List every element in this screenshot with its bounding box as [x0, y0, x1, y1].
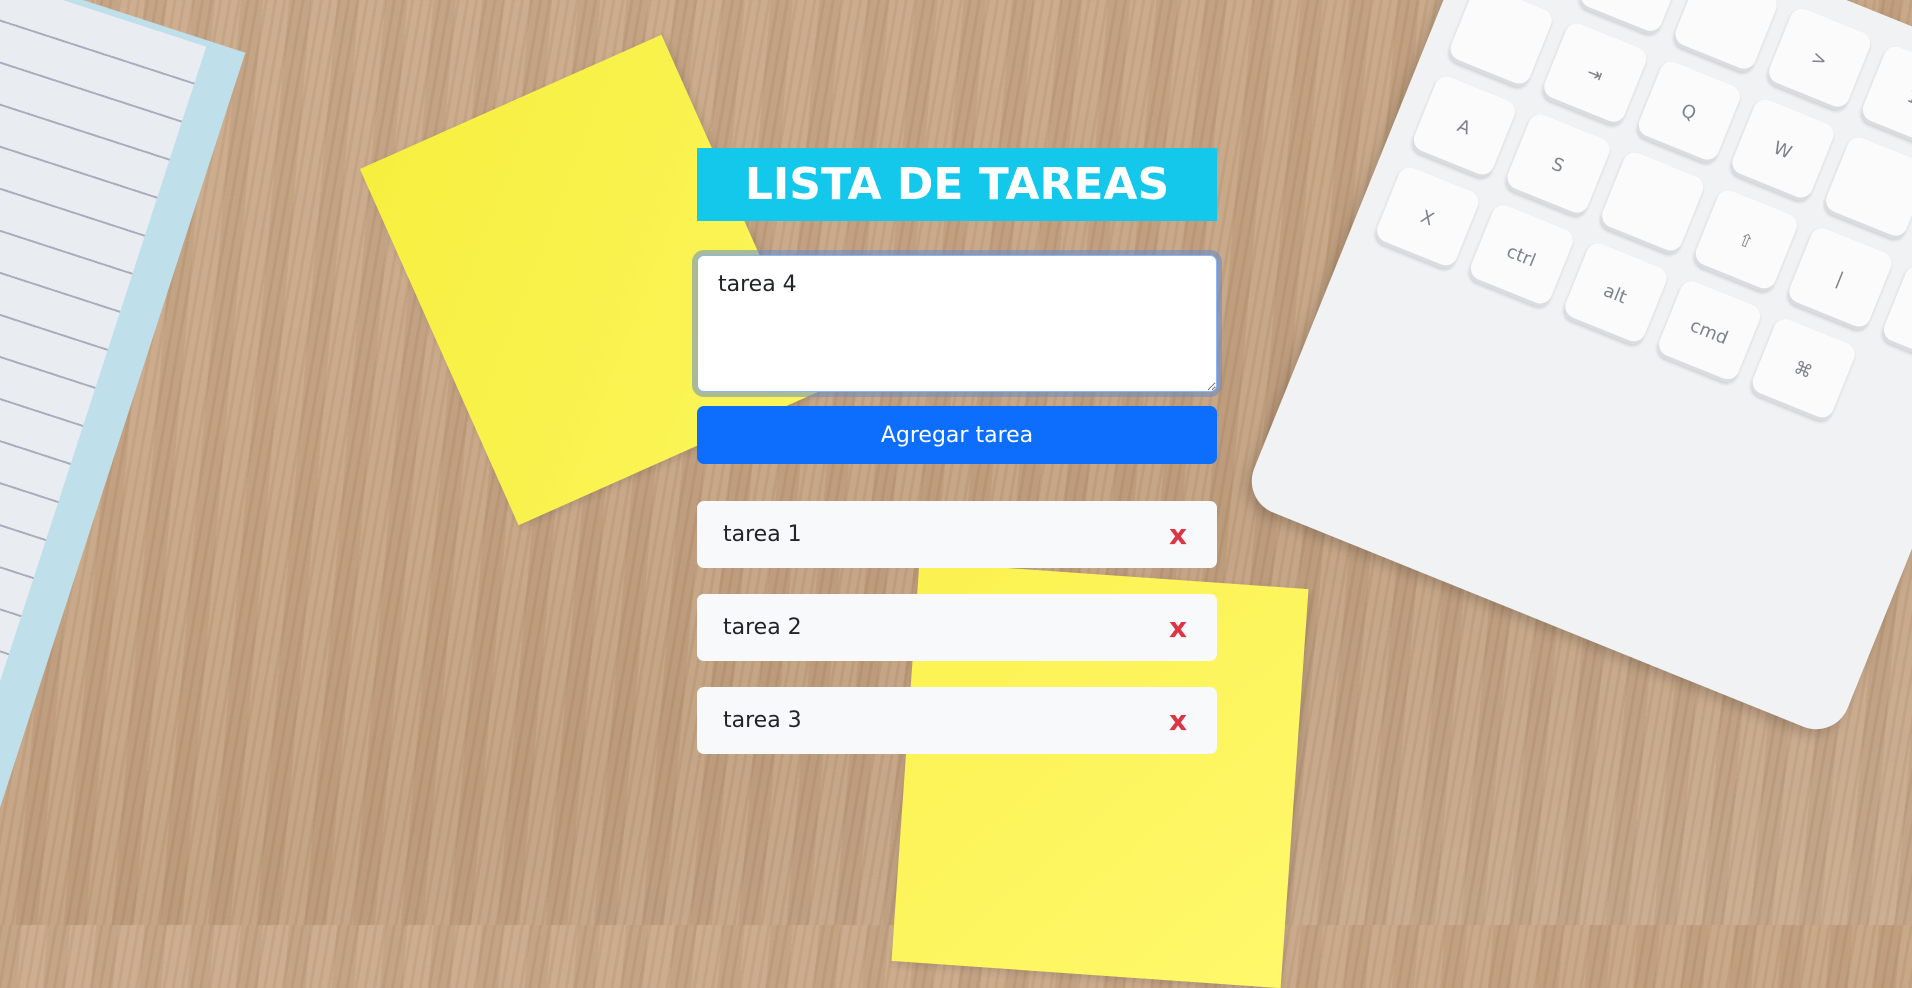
task-item: tarea 2 x — [697, 594, 1217, 661]
delete-task-button[interactable]: x — [1169, 613, 1187, 642]
add-task-button[interactable]: Agregar tarea — [697, 406, 1217, 464]
keyboard-key — [1670, 0, 1781, 76]
task-list: tarea 1 x tarea 2 x tarea 3 x — [697, 501, 1217, 754]
task-label: tarea 1 — [723, 522, 802, 547]
page-title: LISTA DE TAREAS — [744, 159, 1170, 210]
task-label: tarea 2 — [723, 615, 802, 640]
keyboard-key: A — [1409, 72, 1519, 181]
keyboard-key: > — [1764, 5, 1875, 114]
task-input[interactable]: tarea 4 — [697, 255, 1217, 392]
keyboard-key — [1821, 133, 1912, 242]
keyboard-key: ⇥ — [1539, 20, 1650, 129]
keyboard-key: alt — [1560, 239, 1671, 348]
keyboard-key — [1445, 0, 1556, 91]
delete-task-button[interactable]: x — [1169, 706, 1187, 735]
keyboard-key: ctrl — [1466, 201, 1577, 310]
keyboard-key: cmd — [1654, 277, 1765, 386]
task-item: tarea 1 x — [697, 501, 1217, 568]
keyboard-key: X — [1372, 163, 1483, 272]
keyboard-key: Q — [1633, 58, 1744, 167]
task-label: tarea 3 — [723, 708, 802, 733]
todo-app: LISTA DE TAREAS tarea 4 Agregar tarea ta… — [697, 148, 1217, 780]
keyboard-key: S — [1503, 110, 1613, 219]
keyboard-key: ⇧ — [1690, 186, 1801, 295]
keyboard-key: W — [1727, 95, 1838, 204]
keyboard-decoration: esc ☼ > 1 2 ⇥ Q W ⇪ A S ⇧ | Y X ctrl alt… — [1241, 0, 1912, 740]
keyboard-key — [1597, 148, 1707, 257]
title-banner: LISTA DE TAREAS — [697, 148, 1217, 221]
keyboard-key: 1 — [1858, 43, 1912, 152]
keyboard-key: ⌘ — [1748, 315, 1859, 424]
keyboard-key: | — [1784, 224, 1895, 333]
delete-task-button[interactable]: x — [1169, 520, 1187, 549]
task-item: tarea 3 x — [697, 687, 1217, 754]
